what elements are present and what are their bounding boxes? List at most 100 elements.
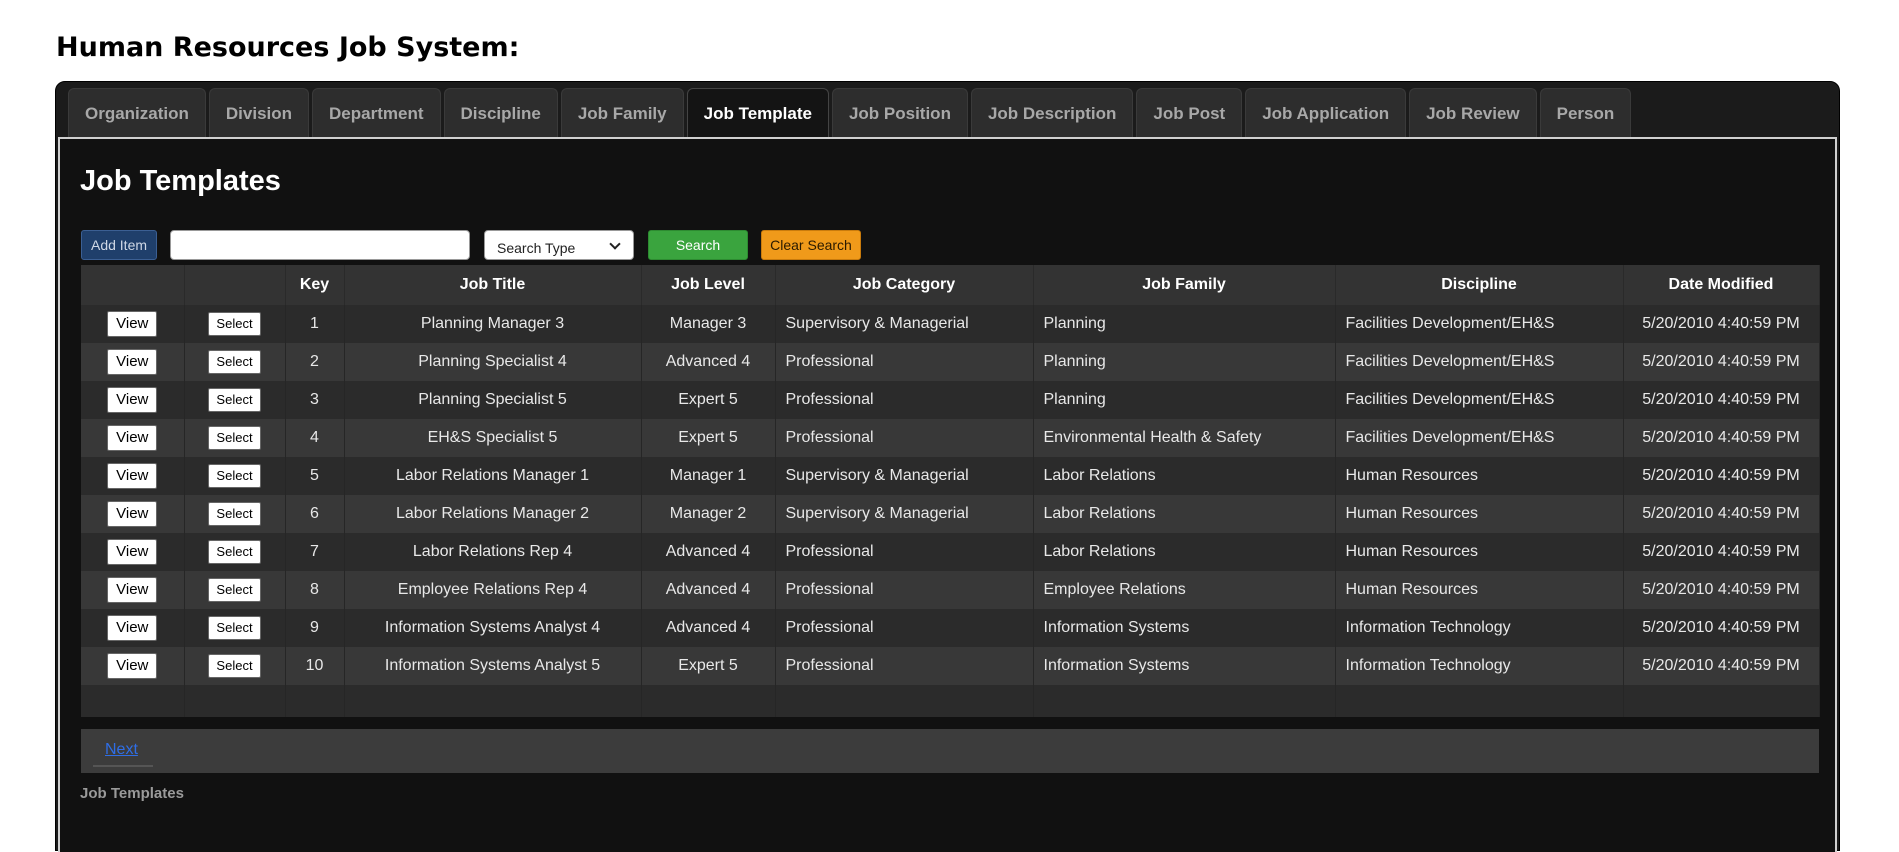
select-cell: Select (184, 305, 286, 343)
view-button[interactable]: View (107, 425, 158, 451)
column-header-date-modified: Date Modified (1623, 265, 1820, 305)
job-family-cell: Planning (1033, 343, 1336, 381)
view-button[interactable]: View (107, 463, 158, 489)
select-cell: Select (184, 381, 286, 419)
job-category-cell: Supervisory & Managerial (775, 457, 1034, 495)
empty-cell (641, 685, 776, 717)
select-button[interactable]: Select (208, 540, 261, 564)
select-button[interactable]: Select (208, 464, 261, 488)
select-button[interactable]: Select (208, 388, 261, 412)
job-level-cell: Expert 5 (641, 381, 776, 419)
view-cell: View (81, 343, 185, 381)
view-button[interactable]: View (107, 577, 158, 603)
job-level-cell: Manager 1 (641, 457, 776, 495)
next-page-link[interactable]: Next (105, 741, 138, 759)
view-cell: View (81, 571, 185, 609)
tab-job-family[interactable]: Job Family (560, 88, 684, 137)
select-button[interactable]: Select (208, 578, 261, 602)
view-cell: View (81, 457, 185, 495)
job-title-cell: Planning Manager 3 (344, 305, 642, 343)
job-family-cell: Information Systems (1033, 609, 1336, 647)
footer-label: Job Templates (80, 785, 184, 802)
view-cell: View (81, 381, 185, 419)
job-title-cell: Employee Relations Rep 4 (344, 571, 642, 609)
column-header-job-category: Job Category (775, 265, 1034, 305)
table-row: View Select 8 Employee Relations Rep 4 Advan… (81, 571, 1820, 609)
job-title-cell: Planning Specialist 5 (344, 381, 642, 419)
job-title-cell: Information Systems Analyst 5 (344, 647, 642, 685)
date-modified-cell: 5/20/2010 4:40:59 PM (1623, 457, 1820, 495)
select-cell: Select (184, 647, 286, 685)
column-header-view (81, 265, 185, 305)
job-family-cell: Information Systems (1033, 647, 1336, 685)
job-category-cell: Professional (775, 647, 1034, 685)
column-header-job-family: Job Family (1033, 265, 1336, 305)
job-title-cell: Planning Specialist 4 (344, 343, 642, 381)
empty-cell (775, 685, 1034, 717)
add-item-button[interactable]: Add Item (81, 230, 157, 260)
tab-department[interactable]: Department (312, 88, 441, 137)
tab-job-application[interactable]: Job Application (1245, 88, 1407, 137)
view-button[interactable]: View (107, 653, 158, 679)
discipline-cell: Human Resources (1335, 495, 1624, 533)
job-family-cell: Labor Relations (1033, 495, 1336, 533)
job-family-cell: Planning (1033, 381, 1336, 419)
discipline-cell: Human Resources (1335, 571, 1624, 609)
view-cell: View (81, 495, 185, 533)
key-cell: 7 (285, 533, 345, 571)
tab-job-post[interactable]: Job Post (1136, 88, 1243, 137)
view-button[interactable]: View (107, 387, 158, 413)
tab-bar: Organization Division Department Discipl… (68, 88, 1632, 137)
table-row: View Select 4 EH&S Specialist 5 Expert 5 Prof… (81, 419, 1820, 457)
job-templates-table: Key Job Title Job Level Job Category Job… (81, 265, 1820, 717)
select-button[interactable]: Select (208, 350, 261, 374)
search-type-select[interactable]: Search Type (484, 230, 634, 260)
page-title: Job Templates (80, 165, 281, 197)
select-cell: Select (184, 419, 286, 457)
view-button[interactable]: View (107, 615, 158, 641)
tab-organization[interactable]: Organization (68, 88, 206, 137)
discipline-cell: Facilities Development/EH&S (1335, 419, 1624, 457)
select-button[interactable]: Select (208, 426, 261, 450)
tab-job-template[interactable]: Job Template (686, 88, 829, 137)
search-input[interactable] (170, 230, 470, 260)
table-row: View Select 1 Planning Manager 3 Manager 3 Su… (81, 305, 1820, 343)
search-button[interactable]: Search (648, 230, 748, 260)
select-button[interactable]: Select (208, 502, 261, 526)
tab-job-position[interactable]: Job Position (831, 88, 968, 137)
view-button[interactable]: View (107, 311, 158, 337)
table-row: View Select 2 Planning Specialist 4 Advanced… (81, 343, 1820, 381)
tab-person[interactable]: Person (1539, 88, 1632, 137)
clear-search-button[interactable]: Clear Search (761, 230, 861, 260)
empty-cell (344, 685, 642, 717)
column-header-job-title: Job Title (344, 265, 642, 305)
discipline-cell: Facilities Development/EH&S (1335, 343, 1624, 381)
view-button[interactable]: View (107, 539, 158, 565)
tab-job-review[interactable]: Job Review (1409, 88, 1537, 137)
job-title-cell: Labor Relations Rep 4 (344, 533, 642, 571)
job-level-cell: Advanced 4 (641, 609, 776, 647)
select-button[interactable]: Select (208, 616, 261, 640)
discipline-cell: Facilities Development/EH&S (1335, 381, 1624, 419)
view-button[interactable]: View (107, 501, 158, 527)
tab-panel: Job Templates Add Item Search Type Searc… (58, 137, 1837, 852)
key-cell: 8 (285, 571, 345, 609)
empty-cell (285, 685, 345, 717)
job-category-cell: Professional (775, 381, 1034, 419)
job-level-cell: Advanced 4 (641, 343, 776, 381)
select-button[interactable]: Select (208, 654, 261, 678)
tab-job-description[interactable]: Job Description (970, 88, 1134, 137)
key-cell: 5 (285, 457, 345, 495)
tab-division[interactable]: Division (208, 88, 310, 137)
table-filler-row (81, 685, 1820, 717)
view-cell: View (81, 419, 185, 457)
select-button[interactable]: Select (208, 312, 261, 336)
tab-discipline[interactable]: Discipline (443, 88, 558, 137)
table-header-row: Key Job Title Job Level Job Category Job… (81, 265, 1820, 305)
empty-cell (184, 685, 286, 717)
view-button[interactable]: View (107, 349, 158, 375)
table-row: View Select 9 Information Systems Analyst 4… (81, 609, 1820, 647)
job-level-cell: Manager 2 (641, 495, 776, 533)
job-level-cell: Advanced 4 (641, 571, 776, 609)
key-cell: 2 (285, 343, 345, 381)
